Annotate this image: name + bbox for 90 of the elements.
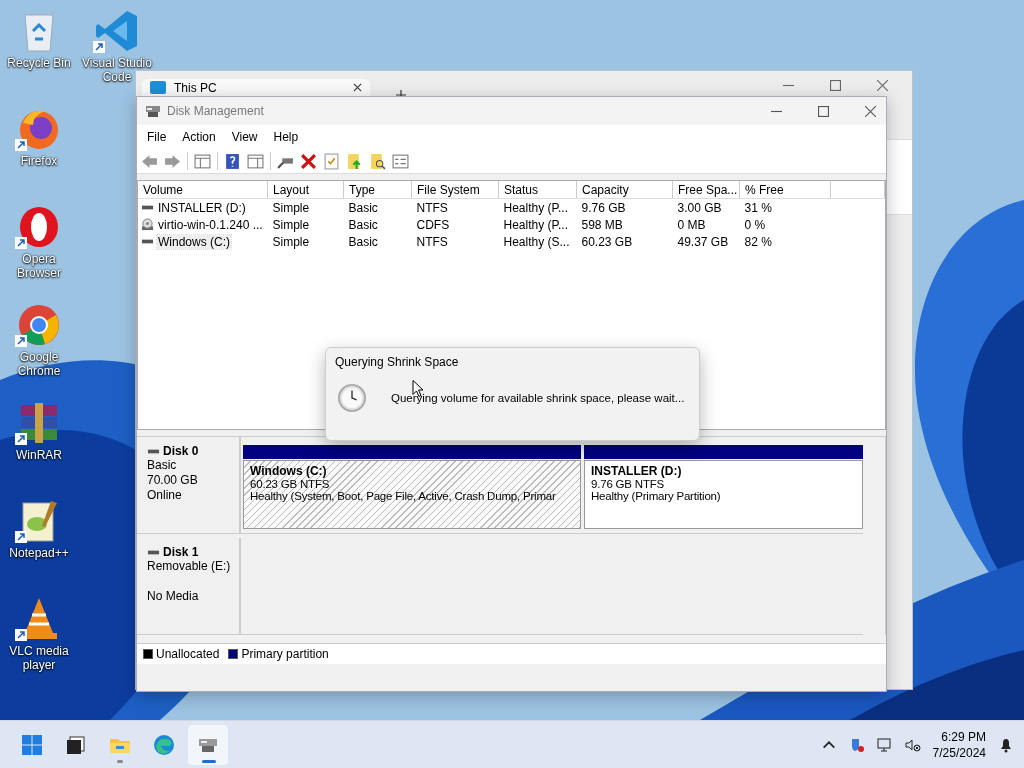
- window-title: Disk Management: [167, 104, 264, 118]
- partition-size: 9.76 GB NTFS: [591, 478, 665, 490]
- partition-size: 60.23 GB NTFS: [250, 478, 331, 490]
- legend-label: Unallocated: [156, 647, 220, 661]
- table-cell: 49.37 GB: [677, 234, 729, 249]
- table-cell: NTFS: [416, 234, 448, 249]
- table-cell: Simple: [272, 217, 310, 232]
- column-header[interactable]: File System: [411, 181, 499, 199]
- icon-label[interactable]: VLC media player: [2, 644, 76, 672]
- table-cell: Simple: [272, 234, 310, 249]
- windows-logo-icon: [20, 732, 44, 757]
- checklist-icon[interactable]: [323, 152, 340, 170]
- column-header[interactable]: Free Spa...: [672, 181, 740, 199]
- table-cell: Healthy (P...: [503, 200, 568, 215]
- volume-name[interactable]: virtio-win-0.1.240 ...: [157, 217, 264, 232]
- clock[interactable]: 6:29 PM 7/25/2024: [932, 728, 986, 761]
- monitor-icon: [150, 81, 166, 94]
- partition-status: Healthy (System, Boot, Page File, Active, Crash Dump, Primar: [250, 490, 557, 502]
- table-cell: 3.00 GB: [677, 200, 722, 215]
- edge-swirl-icon: [152, 732, 176, 757]
- properties-icon[interactable]: [392, 152, 409, 170]
- cd-drive-icon: [141, 217, 154, 231]
- table-cell: 82 %: [744, 234, 772, 249]
- disk-state: Online: [147, 488, 182, 502]
- disk-name: Disk 1: [163, 545, 199, 559]
- menu-item[interactable]: Help: [265, 128, 307, 146]
- partition-name: INSTALLER (D:): [591, 464, 683, 478]
- partition-status: Healthy (Primary Partition): [591, 490, 722, 502]
- table-cell: Healthy (S...: [503, 234, 570, 249]
- help-icon[interactable]: [224, 152, 241, 170]
- maximize-icon[interactable]: [818, 105, 829, 117]
- folder-up-icon[interactable]: [346, 152, 363, 170]
- disk-name: Disk 0: [163, 444, 199, 458]
- disk-drive-icon: [145, 103, 161, 119]
- icon-label[interactable]: Google Chrome: [2, 350, 76, 378]
- partition-name: Windows (C:): [250, 464, 328, 478]
- table-cell: 60.23 GB: [581, 234, 633, 249]
- disk-type: Basic: [147, 458, 177, 472]
- menu-item[interactable]: File: [139, 128, 175, 146]
- dialog-message: Querying volume for available shrink space, please wait...: [391, 392, 685, 404]
- column-header[interactable]: Layout: [267, 181, 344, 199]
- date-text: 7/25/2024: [932, 744, 986, 761]
- browser-tab[interactable]: This PC: [142, 79, 370, 96]
- table-cell: 31 %: [744, 200, 772, 215]
- time-text: 6:29 PM: [941, 728, 986, 745]
- table-cell: CDFS: [416, 217, 450, 232]
- close-icon[interactable]: [865, 105, 876, 117]
- menu-item[interactable]: Action: [174, 128, 224, 146]
- disk-info-panel[interactable]: Disk 0 Basic 70.00 GB Online: [137, 437, 241, 533]
- dialog-title: Querying Shrink Space: [335, 355, 460, 369]
- partition-block[interactable]: INSTALLER (D:) 9.76 GB NTFS Healthy (Primary Partition): [584, 445, 863, 529]
- column-header[interactable]: Status: [498, 181, 577, 199]
- disk-type: Removable (E:): [147, 559, 231, 573]
- column-header[interactable]: Capacity: [576, 181, 673, 199]
- table-cell: 0 %: [744, 217, 766, 232]
- table-cell: Healthy (P...: [503, 217, 568, 232]
- column-header[interactable]: % Free: [739, 181, 831, 199]
- icon-label[interactable]: Notepad++: [2, 546, 76, 560]
- legend-label: Primary partition: [241, 647, 329, 661]
- table-cell: Simple: [272, 200, 310, 215]
- column-header[interactable]: Type: [343, 181, 412, 199]
- table-cell: 0 MB: [677, 217, 706, 232]
- menu-item[interactable]: View: [223, 128, 266, 146]
- folder-search-icon[interactable]: [369, 152, 386, 170]
- table-cell: NTFS: [416, 200, 448, 215]
- table-cell: Basic: [348, 200, 378, 215]
- close-icon[interactable]: [353, 83, 362, 92]
- disk-state: No Media: [147, 589, 199, 603]
- table-cell: Basic: [348, 234, 378, 249]
- clock-icon: [337, 383, 367, 413]
- disk-info-panel[interactable]: Disk 1 Removable (E:) No Media: [137, 538, 241, 634]
- volume-name[interactable]: INSTALLER (D:): [157, 200, 247, 215]
- network-icon[interactable]: [876, 736, 893, 753]
- table-cell: 9.76 GB: [581, 200, 626, 215]
- notification-bell-icon[interactable]: [998, 736, 1014, 753]
- column-header[interactable]: Volume: [138, 181, 268, 199]
- partition-body[interactable]: Windows (C:) 60.23 GB NTFS Healthy (System, Boot, Page File, Active, Crash Dump, Primar: [243, 460, 581, 529]
- icon-label[interactable]: WinRAR: [2, 448, 76, 462]
- close-icon[interactable]: [877, 80, 888, 91]
- volume-name[interactable]: Windows (C:): [157, 234, 231, 249]
- panel-icon[interactable]: [194, 152, 211, 170]
- delete-icon[interactable]: [300, 152, 317, 170]
- back-arrow-icon[interactable]: [141, 152, 158, 170]
- table-cell: Basic: [348, 217, 378, 232]
- disk-size: 70.00 GB: [147, 473, 198, 487]
- maximize-icon[interactable]: [830, 80, 841, 91]
- partition-body[interactable]: INSTALLER (D:) 9.76 GB NTFS Healthy (Primary Partition): [584, 460, 863, 529]
- partition-block[interactable]: Windows (C:) 60.23 GB NTFS Healthy (System, Boot, Page File, Active, Crash Dump, Primar: [243, 445, 581, 529]
- table-cell: 598 MB: [581, 217, 623, 232]
- panel-icon[interactable]: [247, 152, 264, 170]
